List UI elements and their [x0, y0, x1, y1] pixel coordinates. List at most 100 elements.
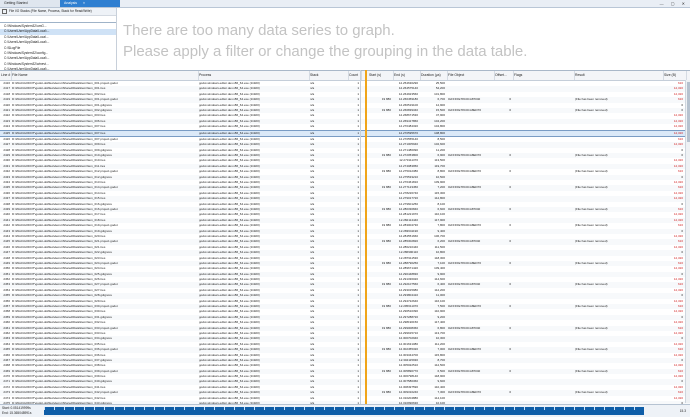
timeline-tick	[294, 407, 295, 410]
tab-analysis[interactable]: Analysis ×	[60, 0, 120, 7]
col-process[interactable]: Process	[198, 71, 310, 80]
graphing-column-marker[interactable]	[365, 70, 367, 404]
col-end[interactable]: End (s)	[393, 71, 421, 80]
timeline-tick	[194, 407, 195, 410]
end-time: End: 15.365048991s	[2, 410, 32, 415]
timeline-tick	[314, 407, 315, 410]
table-row[interactable]: 2425 D:\Work\GODOT\godot-dotfiles\demo\Sh…	[0, 129, 690, 137]
series-list-panel: File I/O Stacks (File Name, Process, Sta…	[0, 8, 117, 71]
timeline-tick	[574, 407, 575, 410]
timeline-tick	[264, 407, 265, 410]
timeline-tick	[274, 407, 275, 410]
timeline-tick	[184, 407, 185, 410]
timeline-tick	[454, 407, 455, 410]
cell-count: 1	[357, 130, 359, 135]
timeline-tick	[584, 407, 585, 410]
message-line-2: Please apply a filter or change the grou…	[123, 43, 528, 60]
timeline-track[interactable]	[44, 407, 644, 415]
timeline-tick	[214, 407, 215, 410]
timeline-tick	[474, 407, 475, 410]
timeline-tick	[44, 407, 45, 410]
series-list-header: File I/O Stacks (File Name, Process, Sta…	[0, 8, 116, 16]
timeline-tick	[304, 407, 305, 410]
col-flags[interactable]: Flags	[513, 71, 575, 80]
cell-file: D:\Work\GODOT\godot-dotfiles\demo\Shared…	[12, 130, 106, 135]
timeline-tick	[524, 407, 525, 410]
timeline-tick	[84, 407, 85, 410]
timeline-tick	[514, 407, 515, 410]
window-controls[interactable]: — ▢ ✕	[660, 0, 688, 7]
timeline-tick	[634, 407, 635, 410]
col-start[interactable]: Start (s)	[368, 71, 394, 80]
cell-size: 12,320	[673, 130, 683, 135]
col-size[interactable]: Size (B)	[663, 71, 687, 80]
timeline-end: 15.3	[679, 409, 686, 413]
graph-area: There are too many data series to graph.…	[117, 8, 690, 70]
cell-flags	[514, 131, 572, 136]
series-list-title: File I/O Stacks (File Name, Process, Sta…	[9, 9, 92, 13]
tab-label: Analysis	[64, 1, 78, 5]
timeline-tick	[204, 407, 205, 410]
timeline-tick	[74, 407, 75, 410]
col-result[interactable]: Result	[574, 71, 664, 80]
timeline-tick	[284, 407, 285, 410]
timeline-tick	[54, 407, 55, 410]
col-stack[interactable]: Stack	[309, 71, 349, 80]
timeline-tick	[244, 407, 245, 410]
timeline-tick	[144, 407, 145, 410]
timeline-tick	[414, 407, 415, 410]
select-all-checkbox[interactable]	[2, 8, 7, 14]
timeline-tick	[544, 407, 545, 410]
tab-label: Getting Started	[4, 1, 28, 5]
timeline-tick	[224, 407, 225, 410]
data-table: Line # File Name Process Stack Count Sta…	[0, 70, 690, 405]
col-offset[interactable]: Offset...	[494, 71, 514, 80]
col-file-name[interactable]: File Name	[11, 71, 199, 80]
timeline-tick	[324, 407, 325, 410]
close-icon[interactable]: ×	[83, 1, 85, 5]
timeline-tick	[234, 407, 235, 410]
table-body: 2416 D:\Work\GODOT\godot-dotfiles\demo\Sh…	[0, 81, 690, 404]
timeline-tick	[434, 407, 435, 410]
timeline-tick	[494, 407, 495, 410]
timeline-tick	[424, 407, 425, 410]
timeline-tick	[134, 407, 135, 410]
cell-stack: n/a	[310, 130, 315, 135]
timeline-tick	[394, 407, 395, 410]
timeline-tick	[154, 407, 155, 410]
timeline-tick	[444, 407, 445, 410]
timeline-tick	[124, 407, 125, 410]
cell-off	[495, 131, 511, 136]
timeline-tick	[464, 407, 465, 410]
timeline-tick	[484, 407, 485, 410]
grid-divider[interactable]	[360, 70, 361, 404]
message-line-1: There are too many data series to graph.	[123, 22, 395, 39]
vertical-scrollbar[interactable]	[685, 80, 690, 403]
timeline-tick	[254, 407, 255, 410]
timeline-tick	[594, 407, 595, 410]
no-graph-message: There are too many data series to graph.…	[123, 20, 527, 62]
scrollbar-thumb[interactable]	[686, 82, 690, 142]
table-header: Line # File Name Process Stack Count Sta…	[0, 71, 690, 81]
timeline-tick	[104, 407, 105, 410]
timeline-tick	[164, 407, 165, 410]
timeline-tick	[344, 407, 345, 410]
time-range-labels: Start: 0.051419999s End: 15.365048991s	[2, 406, 38, 415]
timeline-tick	[174, 407, 175, 410]
timeline-tick	[374, 407, 375, 410]
cell-obj	[448, 131, 493, 136]
tab-getting-started[interactable]: Getting Started	[0, 0, 66, 7]
cell-dur: 108,800	[434, 130, 445, 135]
timeline-tick	[334, 407, 335, 410]
col-file-object[interactable]: File Object	[447, 71, 495, 80]
cell-res	[575, 131, 661, 136]
timeline-tick	[554, 407, 555, 410]
tab-strip: Getting Started Analysis × — ▢ ✕	[0, 0, 690, 8]
col-duration[interactable]: Duration (µs)	[420, 71, 448, 80]
timeline-tick	[534, 407, 535, 410]
divider	[0, 22, 116, 23]
timeline-tick	[504, 407, 505, 410]
timeline-tick	[384, 407, 385, 410]
timeline-tick	[364, 407, 365, 410]
timeline-bar: Start: 0.051419999s End: 15.365048991s 1…	[0, 404, 690, 417]
